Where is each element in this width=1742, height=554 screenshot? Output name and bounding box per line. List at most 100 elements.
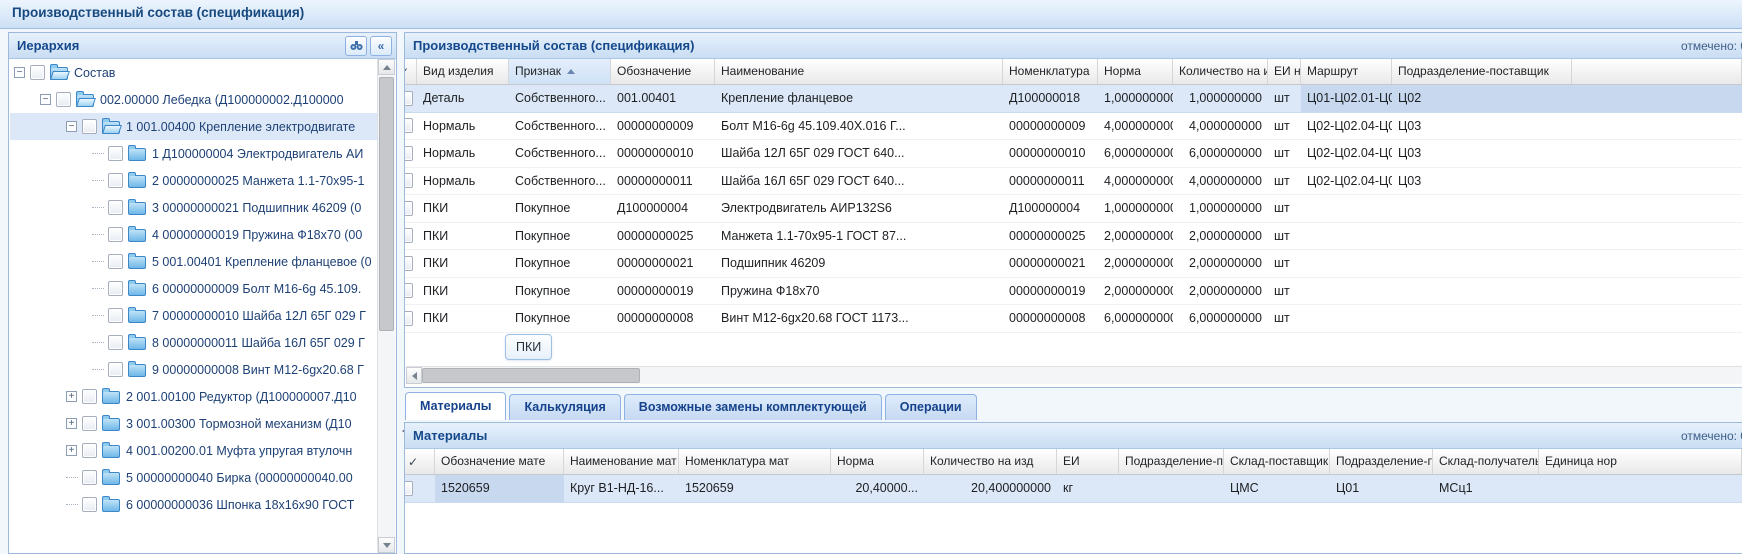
column-header[interactable]: Подразделение-по <box>1119 449 1224 474</box>
tree-item[interactable]: −1 001.00400 Крепление электродвигате <box>10 113 378 140</box>
tree-checkbox[interactable] <box>82 443 97 458</box>
tree-item[interactable]: 5 001.00401 Крепление фланцевое (0 <box>10 248 378 275</box>
table-row[interactable]: ПКИПокупное00000000019Пружина Ф18x700000… <box>405 278 1742 306</box>
tree-checkbox[interactable] <box>56 92 71 107</box>
select-all-header[interactable]: ✓ <box>405 449 435 474</box>
tree-vertical-scrollbar[interactable] <box>377 59 395 553</box>
scrollbar-thumb[interactable] <box>422 368 640 383</box>
tree-checkbox[interactable] <box>82 416 97 431</box>
column-header[interactable]: Обозначение <box>611 59 715 84</box>
select-all-header[interactable]: ✓ <box>405 59 417 84</box>
column-header[interactable]: Склад-получатель <box>1433 449 1539 474</box>
grid-cell: Нормаль <box>417 140 509 167</box>
row-checkbox[interactable] <box>405 173 413 188</box>
tree-checkbox[interactable] <box>82 119 97 134</box>
table-row[interactable]: ПКИПокупное00000000008Винт М12-6gx20.68 … <box>405 305 1742 333</box>
table-row[interactable]: НормальСобственного...00000000011Шайба 1… <box>405 168 1742 196</box>
tab-item[interactable]: Возможные замены комплектующей <box>624 394 882 420</box>
expand-node-icon[interactable]: + <box>66 391 77 402</box>
row-checkbox[interactable] <box>405 481 413 496</box>
spec-horizontal-scrollbar[interactable] <box>406 366 1742 384</box>
column-header[interactable]: Признак <box>509 59 611 84</box>
scroll-down-icon[interactable] <box>378 537 395 553</box>
tree-item[interactable]: 6 00000000009 Болт М16-6g 45.109. <box>10 275 378 302</box>
column-header[interactable]: Подразделение-поставщик <box>1392 59 1572 84</box>
tree-item[interactable]: 2 00000000025 Манжета 1.1-70x95-1 <box>10 167 378 194</box>
tree-checkbox[interactable] <box>108 227 123 242</box>
tree-item[interactable]: 4 00000000019 Пружина Ф18x70 (00 <box>10 221 378 248</box>
tree-item[interactable]: −002.00000 Лебедка (Д100000002.Д100000 <box>10 86 378 113</box>
row-checkbox[interactable] <box>405 228 413 243</box>
tree-checkbox[interactable] <box>108 335 123 350</box>
scrollbar-thumb[interactable] <box>379 77 394 331</box>
table-row[interactable]: НормальСобственного...00000000009Болт М1… <box>405 113 1742 141</box>
column-header[interactable]: Обозначение мате <box>435 449 564 474</box>
table-row[interactable]: ПКИПокупноеД100000004Электродвигатель АИ… <box>405 195 1742 223</box>
row-checkbox[interactable] <box>405 256 413 271</box>
tree-checkbox[interactable] <box>108 173 123 188</box>
column-header[interactable]: ЕИ нор <box>1268 59 1301 84</box>
table-row[interactable]: НормальСобственного...00000000010Шайба 1… <box>405 140 1742 168</box>
scroll-left-button[interactable] <box>406 367 422 384</box>
column-header[interactable]: Подразделение-по <box>1330 449 1433 474</box>
expand-node-icon[interactable]: + <box>66 418 77 429</box>
table-row[interactable]: ПКИПокупное00000000021Подшипник 46209000… <box>405 250 1742 278</box>
tree-item[interactable]: 3 00000000021 Подшипник 46209 (0 <box>10 194 378 221</box>
row-checkbox[interactable] <box>405 283 413 298</box>
column-header[interactable]: Единица нор <box>1539 449 1742 474</box>
collapse-node-icon[interactable]: − <box>66 121 77 132</box>
tree-checkbox[interactable] <box>108 254 123 269</box>
column-header[interactable]: Маршрут <box>1301 59 1392 84</box>
tree-checkbox[interactable] <box>108 308 123 323</box>
tree-item[interactable]: 6 00000000036 Шпонка 18x16x90 ГОСТ <box>10 491 378 518</box>
grid-cell: Покупное <box>509 278 611 305</box>
column-header[interactable]: Номенклатура мат <box>679 449 831 474</box>
tree-item[interactable]: 1 Д100000004 Электродвигатель АИ <box>10 140 378 167</box>
tree-item[interactable]: 8 00000000011 Шайба 16Л 65Г 029 Г <box>10 329 378 356</box>
column-header[interactable]: Наименование <box>715 59 1003 84</box>
column-header[interactable]: Количество на изд <box>924 449 1057 474</box>
grid-cell: 6,000000000 <box>1173 140 1268 167</box>
tree-checkbox[interactable] <box>108 200 123 215</box>
row-checkbox[interactable] <box>405 91 413 106</box>
tree-item[interactable]: 5 00000000040 Бирка (00000000040.00 <box>10 464 378 491</box>
tree-item[interactable]: +3 001.00300 Тормозной механизм (Д10 <box>10 410 378 437</box>
tab-item[interactable]: Операции <box>885 394 977 420</box>
tree-item[interactable]: +4 001.00200.01 Муфта упругая втулочн <box>10 437 378 464</box>
tree-checkbox[interactable] <box>82 470 97 485</box>
tree-checkbox[interactable] <box>30 65 45 80</box>
column-header[interactable]: Вид изделия <box>417 59 509 84</box>
tab-active[interactable]: Материалы <box>405 392 506 420</box>
tab-item[interactable]: Калькуляция <box>509 394 620 420</box>
column-header[interactable]: Наименование мат <box>564 449 679 474</box>
tree-checkbox[interactable] <box>82 389 97 404</box>
row-checkbox[interactable] <box>405 118 413 133</box>
tree-checkbox[interactable] <box>108 146 123 161</box>
tree-checkbox[interactable] <box>108 362 123 377</box>
collapse-node-icon[interactable]: − <box>40 94 51 105</box>
row-checkbox[interactable] <box>405 311 413 326</box>
tree-item[interactable]: +2 001.00100 Редуктор (Д100000007.Д10 <box>10 383 378 410</box>
search-button[interactable] <box>345 36 367 56</box>
table-row[interactable]: ДетальСобственного...001.00401Крепление … <box>405 85 1742 113</box>
row-checkbox[interactable] <box>405 146 413 161</box>
column-header[interactable]: Количество на изд <box>1173 59 1268 84</box>
tree-checkbox[interactable] <box>82 497 97 512</box>
tree-item[interactable]: 7 00000000010 Шайба 12Л 65Г 029 Г <box>10 302 378 329</box>
column-header[interactable]: Норма <box>831 449 924 474</box>
column-header[interactable]: Склад-поставщик.. <box>1224 449 1330 474</box>
tree-item[interactable]: 9 00000000008 Винт М12-6gx20.68 Г <box>10 356 378 383</box>
table-row[interactable]: 1520659Круг В1-НД-16...152065920,40000..… <box>405 475 1742 503</box>
column-header[interactable]: Номенклатура <box>1003 59 1098 84</box>
collapse-node-icon[interactable]: − <box>14 67 25 78</box>
collapse-panel-button[interactable]: « <box>370 36 392 56</box>
column-header[interactable]: ЕИ <box>1057 449 1119 474</box>
table-row[interactable]: ПКИПокупное00000000025Манжета 1.1-70x95-… <box>405 223 1742 251</box>
column-header[interactable] <box>1572 59 1742 84</box>
scroll-up-icon[interactable] <box>378 59 395 75</box>
row-checkbox[interactable] <box>405 201 413 216</box>
expand-node-icon[interactable]: + <box>66 445 77 456</box>
column-header[interactable]: Норма <box>1098 59 1173 84</box>
tree-item[interactable]: −Состав <box>10 59 378 86</box>
tree-checkbox[interactable] <box>108 281 123 296</box>
